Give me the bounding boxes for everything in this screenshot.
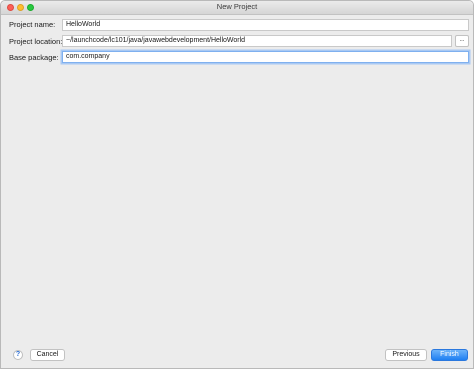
base-package-field[interactable]: com.company [62, 51, 469, 63]
project-name-field[interactable]: HelloWorld [62, 19, 469, 31]
browse-button[interactable]: ... [455, 35, 469, 47]
new-project-dialog: New Project Project name: HelloWorld Pro… [0, 0, 474, 369]
project-location-field[interactable]: ~/launchcode/lc101/java/javawebdevelopme… [62, 35, 452, 47]
project-name-label: Project name: [9, 20, 56, 29]
window-title: New Project [216, 2, 258, 11]
cancel-button[interactable]: Cancel [30, 349, 65, 361]
title-bar: New Project [1, 1, 473, 15]
base-package-label: Base package: [9, 53, 59, 62]
project-location-label: Project location: [9, 37, 63, 46]
previous-button[interactable]: Previous [385, 349, 427, 361]
finish-button[interactable]: Finish [431, 349, 468, 361]
help-button[interactable]: ? [13, 350, 23, 360]
